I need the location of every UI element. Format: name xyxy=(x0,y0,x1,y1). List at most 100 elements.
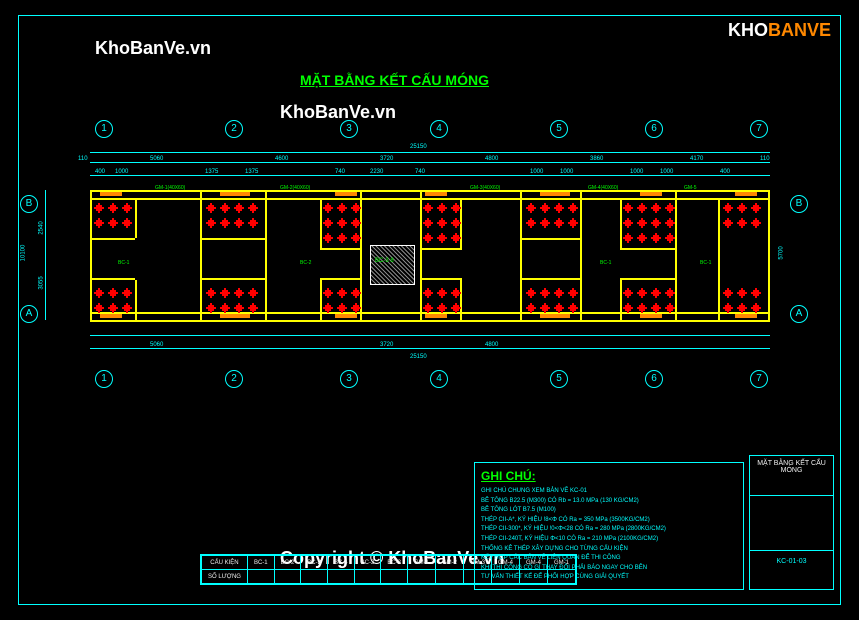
dim-s5: 3860 xyxy=(590,156,603,162)
grid-4-top: 4 xyxy=(430,120,448,138)
ft-v1c xyxy=(135,280,137,320)
bl-gm4: GM-4(40X60) xyxy=(588,185,618,191)
logo: KHOBANVE xyxy=(728,20,831,41)
dim-v2: 3055 xyxy=(39,276,45,289)
grid-5-bot: 5 xyxy=(550,370,568,388)
note-3: THÉP CII-A*, KÝ HIỆU !8<Φ CÓ Ra = 350 MP… xyxy=(481,516,737,526)
note-1: BÊ TÔNG B22.5 (M300) CÓ Rb = 13.0 MPa (1… xyxy=(481,497,737,507)
note-4: THÉP CII-300*, KÝ HIỆU !0<Φ<28 CÓ Ra = 2… xyxy=(481,525,737,535)
ft-v4a xyxy=(420,190,422,320)
note-2: BÊ TÔNG LÓT B7.5 (M100) xyxy=(481,506,737,516)
fc6 xyxy=(620,248,677,250)
dim-b3: 3720 xyxy=(380,342,393,348)
dim-total: 25150 xyxy=(410,144,427,150)
dim-5700: 5700 xyxy=(779,246,785,259)
bl-gm2: GM-2(40X60) xyxy=(280,185,310,191)
dim-line-v xyxy=(45,190,46,320)
beam-top2 xyxy=(90,198,770,200)
fc6b xyxy=(620,278,677,280)
grid-2-bot: 2 xyxy=(225,370,243,388)
cap-1a xyxy=(100,314,122,318)
cap-1b xyxy=(100,192,122,196)
dim-edge-l: 110 xyxy=(78,156,88,162)
ft-v3b xyxy=(320,278,322,320)
fc2b xyxy=(200,278,265,280)
cap-4a xyxy=(425,314,447,318)
note-0: GHI CHÚ CHUNG XEM BẢN VẼ KC-01 xyxy=(481,487,737,497)
grid-4-bot: 4 xyxy=(430,370,448,388)
logo-part1: KHO xyxy=(728,20,768,40)
center-pad xyxy=(370,245,415,285)
sched-row-2: SỐ LƯỢNG xyxy=(202,570,576,584)
bl-bc1: BC-1 xyxy=(118,260,129,266)
cap-7a xyxy=(735,314,757,318)
sd3: 1375 xyxy=(245,169,258,175)
ft-v1 xyxy=(90,190,92,320)
grid-b-left: B xyxy=(20,195,38,213)
sd6: 740 xyxy=(415,169,425,175)
dim-total-bot: 25150 xyxy=(410,354,427,360)
grid-2-top: 2 xyxy=(225,120,243,138)
grid-1-top: 1 xyxy=(95,120,113,138)
grid-7-top: 7 xyxy=(750,120,768,138)
tb-name: MẶT BẰNG KẾT CẤU MÓNG xyxy=(754,460,829,474)
drawing-title: MẶT BẰNG KẾT CẤU MÓNG xyxy=(300,72,489,88)
dim-line-sub-bot xyxy=(90,335,770,336)
notes-title: GHI CHÚ: xyxy=(481,469,737,483)
watermark-2: KhoBanVe.vn xyxy=(280,102,396,123)
sd2: 1375 xyxy=(205,169,218,175)
ft-v6a xyxy=(620,198,622,248)
cap-5a xyxy=(540,314,570,318)
grid-5-top: 5 xyxy=(550,120,568,138)
ft-v3a xyxy=(320,198,322,248)
fc4b xyxy=(420,278,462,280)
grid-b-right: B xyxy=(790,195,808,213)
fc1b xyxy=(90,278,135,280)
bl-gm5: GM-5 xyxy=(684,185,697,191)
ft-v5a xyxy=(520,190,522,320)
bl-bc1b: BC-1 xyxy=(600,260,611,266)
cap-2a xyxy=(220,314,250,318)
dim-s6: 4170 xyxy=(690,156,703,162)
note-5: THÉP CII-240T, KÝ HIỆU Φ<10 CÓ Ra = 210 … xyxy=(481,535,737,545)
dim-line-sub xyxy=(90,175,770,176)
sched-row-1: CẤU KIỆNBC-1BC-2 BC-2BC-4BC-2 BC-3GM-1GM… xyxy=(202,556,576,570)
dim-line-total xyxy=(90,152,770,153)
fc5 xyxy=(520,238,582,240)
dim-edge-r: 110 xyxy=(760,156,770,162)
grid-6-top: 6 xyxy=(645,120,663,138)
ft-v6c xyxy=(675,190,677,320)
grid-3-top: 3 xyxy=(340,120,358,138)
cap-6a xyxy=(640,314,662,318)
foundation-plan: 1 2 3 4 5 6 7 1 2 3 4 5 6 7 B A B A 2515… xyxy=(60,130,780,390)
grid-6-bot: 6 xyxy=(645,370,663,388)
dim-s3: 3720 xyxy=(380,156,393,162)
ft-v3c xyxy=(360,190,362,320)
dim-s1: 5060 xyxy=(150,156,163,162)
ft-v7b xyxy=(768,190,770,320)
watermark-1: KhoBanVe.vn xyxy=(95,38,211,59)
logo-part2: BANVE xyxy=(768,20,831,40)
dim-b1: 5060 xyxy=(150,342,163,348)
dim-line-segs xyxy=(90,162,770,163)
sd11: 400 xyxy=(720,169,730,175)
sd0: 400 xyxy=(95,169,105,175)
cap-3b xyxy=(335,192,357,196)
sd7: 1000 xyxy=(530,169,543,175)
cap-3a xyxy=(335,314,357,318)
sd4: 740 xyxy=(335,169,345,175)
fc5b xyxy=(520,278,582,280)
beam-bot2 xyxy=(90,320,770,322)
title-block: MẶT BẰNG KẾT CẤU MÓNG KC-01-03 xyxy=(749,455,834,590)
sd1: 1000 xyxy=(115,169,128,175)
bl-bc1c: BC-1 xyxy=(700,260,711,266)
tb-code: KC-01-03 xyxy=(754,558,829,565)
grid-3-bot: 3 xyxy=(340,370,358,388)
grid-a-right: A xyxy=(790,305,808,323)
center-label: BC-3 8 xyxy=(375,258,394,264)
fc3 xyxy=(320,248,362,250)
grid-a-left: A xyxy=(20,305,38,323)
dim-s4: 4800 xyxy=(485,156,498,162)
dim-v1: 2540 xyxy=(39,221,45,234)
fc4 xyxy=(420,248,462,250)
